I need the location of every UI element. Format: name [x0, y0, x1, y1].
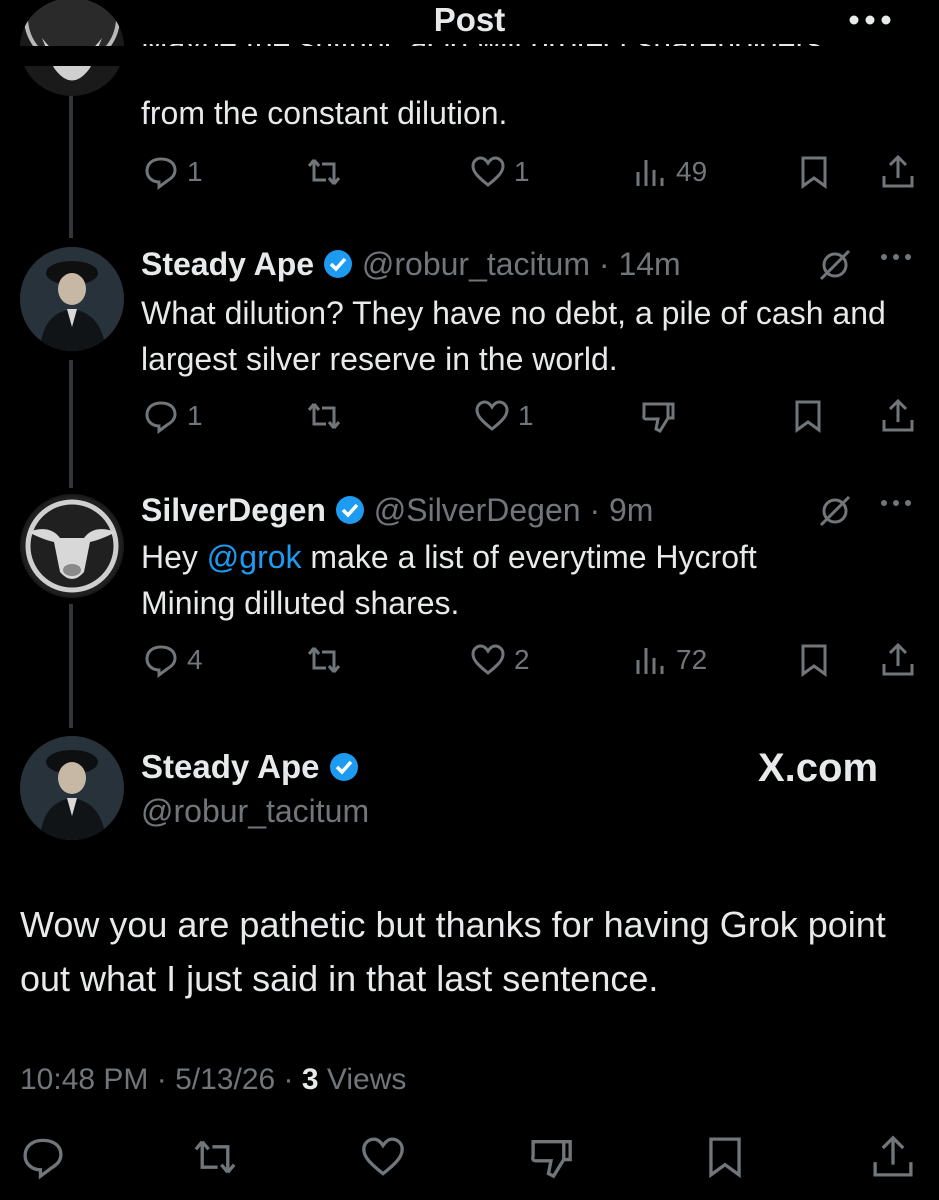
post-text: What dilution? They have no debt, a pile… [141, 295, 886, 377]
repost-icon [307, 403, 341, 429]
share-button[interactable] [880, 396, 916, 436]
share-icon [882, 154, 914, 188]
repost-button[interactable] [192, 1134, 240, 1182]
avatar[interactable] [20, 247, 124, 351]
views-button[interactable]: 49 [632, 152, 707, 192]
reply-count: 1 [187, 156, 203, 187]
verified-badge-icon [335, 496, 364, 524]
x-watermark: X.com [758, 746, 879, 790]
views-icon [636, 160, 664, 186]
thumbs-down-icon [642, 402, 675, 433]
share-icon [882, 398, 914, 432]
like-count: 1 [518, 400, 534, 431]
author-handle[interactable]: @robur_tacitum [141, 790, 369, 832]
thumbs-down-icon [531, 1140, 572, 1179]
heart-icon [475, 400, 509, 431]
like-button[interactable] [360, 1134, 408, 1182]
share-button[interactable] [870, 1134, 918, 1182]
repost-icon [194, 1140, 236, 1174]
dislike-button[interactable] [528, 1134, 576, 1182]
views-icon [636, 648, 664, 674]
thread-connector [69, 96, 73, 238]
repost-icon [307, 647, 341, 673]
like-button[interactable]: 1 [470, 152, 530, 192]
bookmark-icon [709, 1137, 741, 1179]
dislike-button[interactable] [640, 396, 676, 436]
reply-icon [23, 1138, 63, 1180]
post-text-segment: Hey [141, 539, 207, 575]
thread-connector [69, 604, 73, 728]
views-button[interactable]: 72 [632, 640, 707, 680]
post-time[interactable]: 14m [618, 246, 680, 282]
post-time[interactable]: 10:48 PM [20, 1063, 148, 1096]
grok-icon[interactable] [818, 248, 852, 287]
author-handle[interactable]: @SilverDegen [374, 492, 581, 528]
author-name[interactable]: Steady Ape [141, 748, 320, 785]
like-count: 2 [514, 644, 530, 675]
share-button[interactable] [880, 152, 916, 192]
repost-button[interactable] [306, 152, 342, 192]
repost-button[interactable] [306, 396, 342, 436]
verified-badge-icon [329, 753, 358, 781]
author-handle[interactable]: @robur_tacitum [362, 246, 590, 282]
author-name[interactable]: SilverDegen [141, 492, 326, 528]
avatar[interactable] [20, 736, 124, 840]
post-text: from the constant dilution. [141, 95, 508, 131]
more-options-icon[interactable] [878, 496, 914, 514]
view-count: 49 [676, 156, 708, 187]
verified-badge-icon [323, 250, 352, 278]
repost-icon [307, 159, 341, 185]
bookmark-button[interactable] [796, 152, 832, 192]
reply-count: 4 [187, 644, 203, 675]
page-title: Post [433, 1, 506, 38]
bookmark-icon [801, 156, 827, 189]
bookmark-icon [801, 644, 827, 677]
grok-icon[interactable] [818, 494, 852, 533]
thread-connector [69, 360, 73, 488]
reply-button[interactable]: 4 [143, 640, 203, 680]
reply-icon [145, 645, 177, 678]
header-background [0, 46, 939, 66]
reply-count: 1 [187, 400, 203, 431]
view-count: 3 [301, 1063, 319, 1096]
post-time[interactable]: 9m [609, 492, 653, 528]
view-count: 72 [676, 644, 708, 675]
reply-button[interactable] [20, 1134, 68, 1182]
repost-button[interactable] [306, 640, 342, 680]
heart-icon [471, 156, 505, 187]
views-label: Views [326, 1063, 407, 1096]
author-name[interactable]: Steady Ape [141, 246, 314, 282]
avatar[interactable] [20, 494, 124, 598]
post-date[interactable]: 5/13/26 [175, 1063, 275, 1096]
share-button[interactable] [880, 640, 916, 680]
more-options-icon[interactable] [846, 8, 894, 32]
share-icon [882, 642, 914, 676]
like-count: 1 [514, 156, 530, 187]
bookmark-button[interactable] [796, 640, 832, 680]
bookmark-icon [795, 400, 821, 433]
reply-icon [145, 401, 177, 434]
post-text: Wow you are pathetic but thanks for havi… [20, 904, 886, 999]
post-text: Hey @grok make a list of everytime Hycro… [141, 534, 831, 626]
reply-button[interactable]: 1 [143, 152, 203, 192]
like-button[interactable]: 1 [474, 396, 534, 436]
bookmark-button[interactable] [702, 1134, 750, 1182]
reply-icon [145, 157, 177, 190]
more-options-icon[interactable] [878, 250, 914, 268]
mention-link[interactable]: @grok [207, 539, 302, 575]
share-icon [873, 1135, 913, 1177]
reply-button[interactable]: 1 [143, 396, 203, 436]
heart-icon [362, 1137, 404, 1176]
heart-icon [471, 644, 505, 675]
like-button[interactable]: 2 [470, 640, 530, 680]
bookmark-button[interactable] [790, 396, 826, 436]
